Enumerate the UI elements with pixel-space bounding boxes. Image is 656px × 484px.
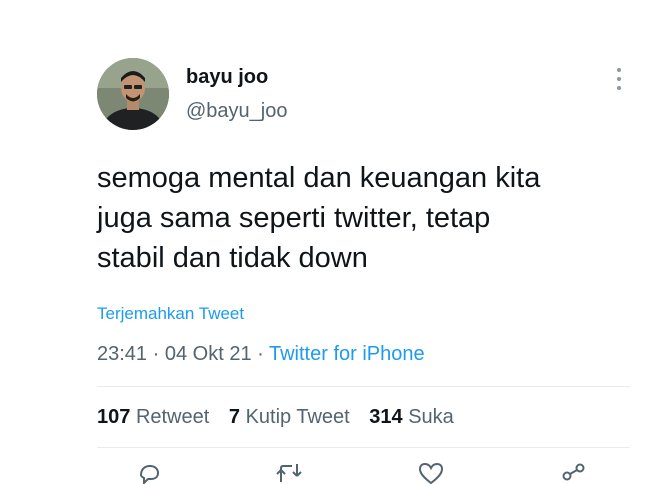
meta-separator: · — [147, 343, 165, 365]
divider — [97, 386, 630, 387]
avatar[interactable] — [97, 58, 169, 130]
retweet-icon[interactable] — [275, 462, 303, 484]
tweet-card: bayu joo @bayu_joo semoga mental dan keu… — [0, 0, 656, 484]
tweet-text-line: stabil dan tidak down — [97, 242, 368, 274]
likes-count: 314 — [369, 406, 403, 428]
divider — [97, 447, 630, 448]
user-handle[interactable]: @bayu_joo — [186, 100, 287, 123]
retweets-count: 107 — [97, 406, 131, 428]
tweet-time[interactable]: 23:41 — [97, 343, 147, 365]
reply-icon[interactable] — [137, 462, 161, 484]
display-name[interactable]: bayu joo — [186, 66, 268, 89]
share-icon[interactable] — [560, 462, 586, 484]
tweet-text-line: semoga mental dan keuangan kita — [97, 162, 541, 194]
retweets-stat[interactable]: 107 Retweet — [97, 406, 209, 428]
tweet-text: semoga mental dan keuangan kita juga sam… — [97, 158, 637, 278]
quotes-count: 7 — [228, 406, 240, 428]
tweet-date[interactable]: 04 Okt 21 — [165, 343, 252, 365]
likes-label: Suka — [408, 406, 454, 428]
retweets-label: Retweet — [135, 406, 210, 428]
likes-stat[interactable]: 314 Suka — [369, 406, 454, 428]
tweet-text-line: juga sama seperti twitter, tetap — [97, 202, 491, 234]
translate-tweet-link[interactable]: Terjemahkan Tweet — [97, 304, 244, 324]
action-bar — [0, 462, 656, 484]
tweet-source-link[interactable]: Twitter for iPhone — [269, 343, 425, 365]
quotes-label: Kutip Tweet — [245, 406, 350, 428]
more-vertical-icon[interactable] — [612, 66, 626, 92]
avatar-photo — [97, 58, 169, 130]
heart-icon[interactable] — [418, 462, 444, 484]
engagement-stats: 107 Retweet 7 Kutip Tweet 314 Suka — [97, 406, 468, 429]
meta-separator: · — [251, 343, 269, 365]
quotes-stat[interactable]: 7 Kutip Tweet — [229, 406, 350, 428]
tweet-metadata: 23:41 · 04 Okt 21 · Twitter for iPhone — [97, 343, 425, 366]
